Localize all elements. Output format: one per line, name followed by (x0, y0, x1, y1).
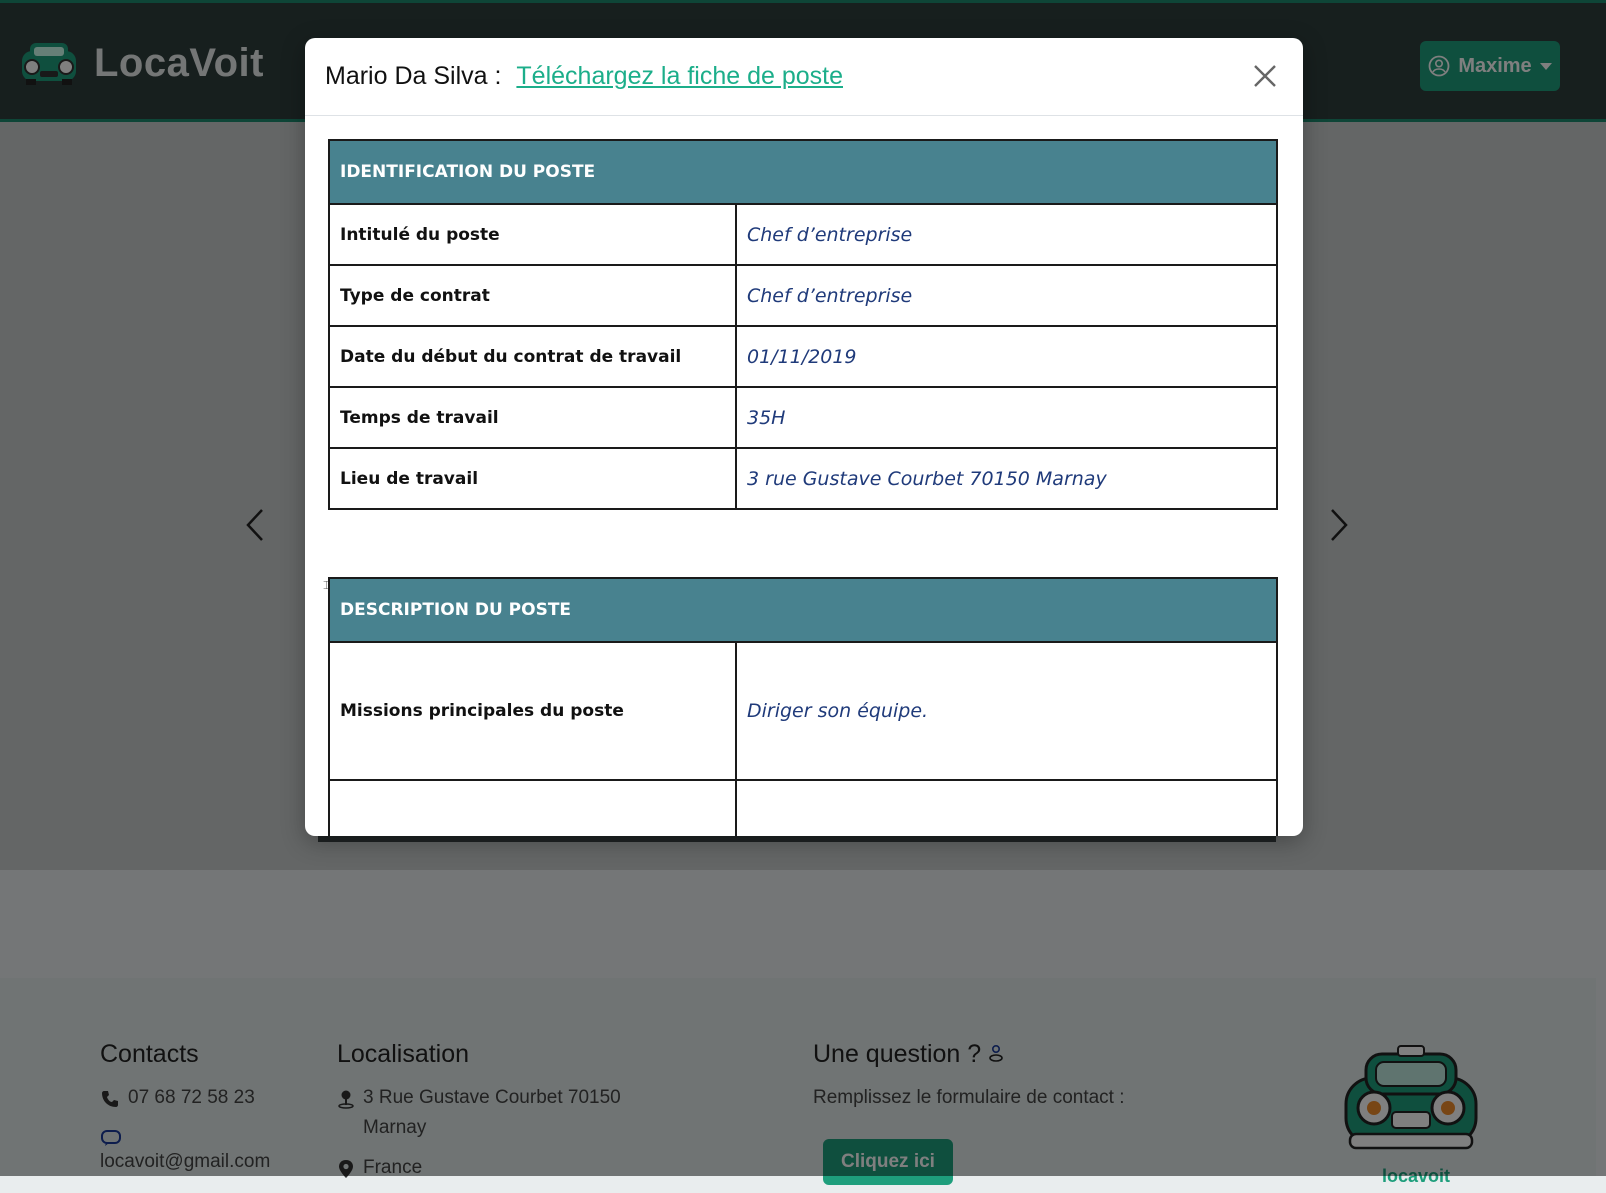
row-value: 3 rue Gustave Courbet 70150 Marnay (735, 447, 1278, 510)
row-value: Chef d’entreprise (735, 264, 1278, 327)
row-label (328, 779, 737, 836)
table-row: Missions principales du poste Diriger so… (328, 641, 1278, 781)
modal-header: Mario Da Silva : Téléchargez la fiche de… (305, 38, 1303, 116)
row-label: Intitulé du poste (328, 203, 737, 266)
row-value: Diriger son équipe. (735, 641, 1278, 781)
download-job-sheet-link[interactable]: Téléchargez la fiche de poste (516, 62, 843, 90)
table-row: Lieu de travail 3 rue Gustave Courbet 70… (328, 447, 1278, 510)
section-header: IDENTIFICATION DU POSTE (328, 139, 1278, 205)
row-value: 01/11/2019 (735, 325, 1278, 388)
job-sheet-modal: Mario Da Silva : Téléchargez la fiche de… (305, 38, 1303, 836)
row-label: Type de contrat (328, 264, 737, 327)
table-row: Temps de travail 35H (328, 386, 1278, 449)
table-row: Date du début du contrat de travail 01/1… (328, 325, 1278, 388)
identification-table: IDENTIFICATION DU POSTE Intitulé du post… (328, 139, 1278, 510)
row-label: Temps de travail (328, 386, 737, 449)
row-value: Chef d’entreprise (735, 203, 1278, 266)
chevron-right-icon[interactable] (1318, 500, 1358, 550)
description-table: DESCRIPTION DU POSTE Missions principale… (328, 577, 1278, 836)
row-label: Lieu de travail (328, 447, 737, 510)
row-label: Date du début du contrat de travail (328, 325, 737, 388)
chevron-left-icon[interactable] (236, 500, 276, 550)
table-row: Type de contrat Chef d’entreprise (328, 264, 1278, 327)
table-row: Intitulé du poste Chef d’entreprise (328, 203, 1278, 266)
row-value: 35H (735, 386, 1278, 449)
row-value (735, 779, 1278, 836)
section-header: DESCRIPTION DU POSTE (328, 577, 1278, 643)
close-icon[interactable] (1251, 62, 1279, 90)
employee-name: Mario Da Silva : (325, 62, 502, 90)
row-label: Missions principales du poste (328, 641, 737, 781)
modal-body[interactable]: IDENTIFICATION DU POSTE Intitulé du post… (305, 116, 1303, 836)
modal-title: Mario Da Silva : Téléchargez la fiche de… (325, 62, 843, 91)
table-row (328, 779, 1278, 836)
